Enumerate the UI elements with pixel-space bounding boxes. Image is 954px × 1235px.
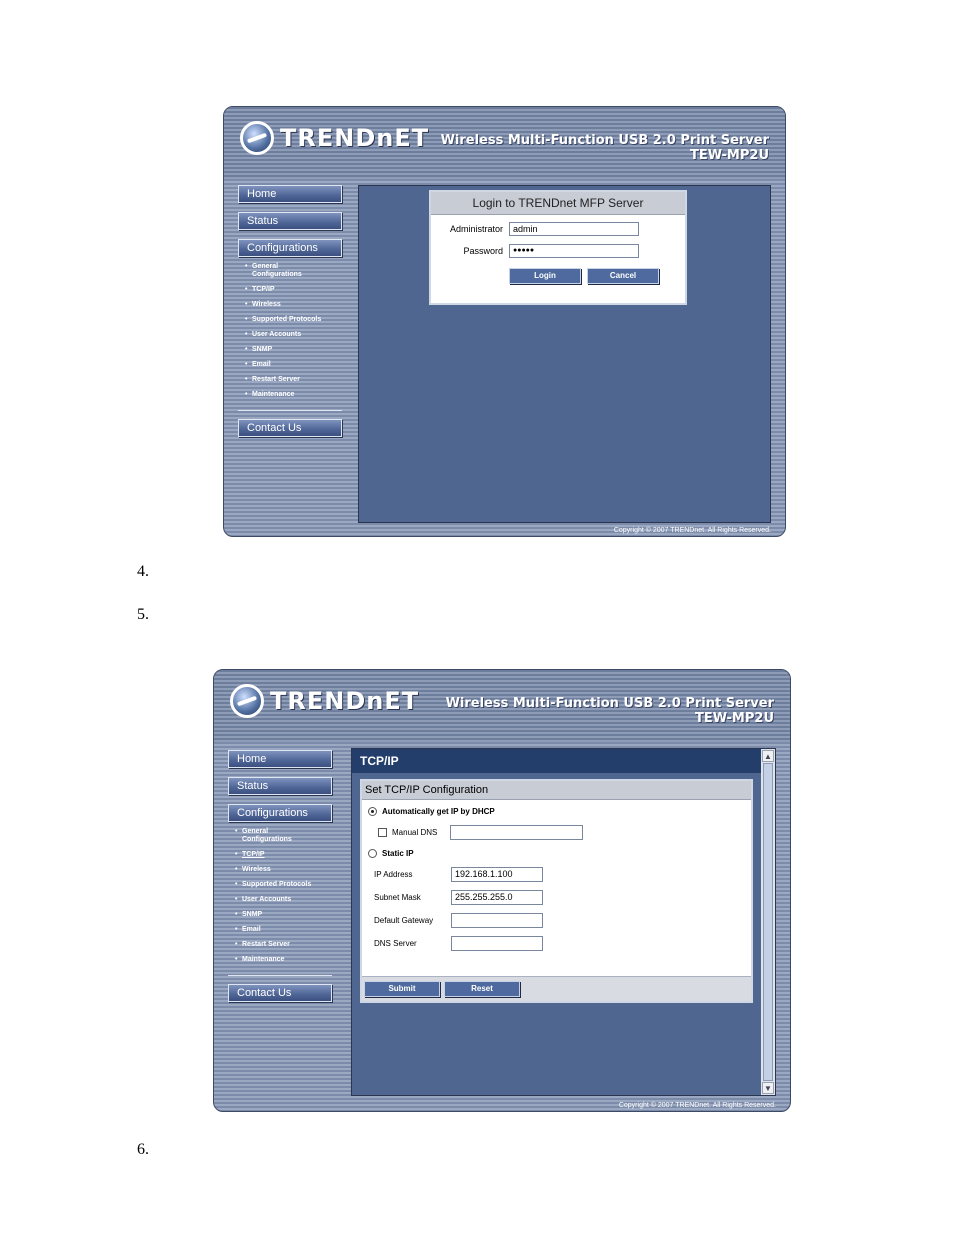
scroll-down-icon[interactable]: ▼ (762, 1082, 774, 1094)
subnav-general[interactable]: General Configurations (228, 828, 304, 844)
admin-label: Administrator (449, 224, 503, 234)
nav-configurations-button[interactable]: Configurations (228, 804, 332, 822)
submit-button[interactable]: Submit (364, 981, 440, 997)
subnav-wireless[interactable]: Wireless (228, 866, 332, 874)
subnav-restart[interactable]: Restart Server (228, 941, 332, 949)
password-input[interactable]: ●●●●● (509, 244, 639, 258)
cancel-button[interactable]: Cancel (587, 268, 659, 284)
nav-status-button[interactable]: Status (238, 212, 342, 230)
subnav-tcpip[interactable]: TCP/IP (238, 286, 342, 294)
login-title: Login to TRENDnet MFP Server (431, 192, 685, 215)
login-box: Login to TRENDnet MFP Server Administrat… (429, 190, 687, 305)
page-title: TCP/IP (352, 749, 775, 773)
dns-server-label: DNS Server (374, 939, 417, 948)
manual-dns-label: Manual DNS (392, 828, 438, 837)
dhcp-option: Automatically get IP by DHCP (368, 807, 495, 817)
subnav-email[interactable]: Email (238, 361, 342, 369)
dhcp-label: Automatically get IP by DHCP (382, 807, 495, 816)
sidebar: Home Status Configurations General Confi… (228, 750, 336, 1011)
dns-server-input[interactable] (451, 936, 543, 951)
static-ip-radio[interactable] (368, 849, 377, 859)
product-model: TEW-MP2U (695, 711, 774, 726)
subnav-snmp[interactable]: SNMP (238, 346, 342, 354)
vertical-scrollbar[interactable]: ▲ ▼ (761, 749, 775, 1095)
subnet-mask-label: Subnet Mask (374, 893, 421, 902)
tcpip-config-box: Set TCP/IP Configuration Automatically g… (360, 779, 753, 1003)
logo-globe-icon (230, 684, 264, 718)
admin-input[interactable]: admin (509, 222, 639, 236)
product-model: TEW-MP2U (690, 148, 769, 163)
static-ip-label: Static IP (382, 849, 414, 858)
manual-dns-checkbox[interactable] (378, 828, 387, 837)
subnav-wireless[interactable]: Wireless (238, 301, 342, 309)
subnav-snmp[interactable]: SNMP (228, 911, 332, 919)
product-line1: Wireless Multi-Function USB 2.0 Print Se… (445, 696, 774, 711)
nav-contact-button[interactable]: Contact Us (238, 419, 342, 437)
subnav-restart[interactable]: Restart Server (238, 376, 342, 384)
subnav-maintenance[interactable]: Maintenance (238, 391, 342, 399)
login-screenshot: TRENDnET Wireless Multi-Function USB 2.0… (223, 106, 786, 537)
subnet-mask-input[interactable]: 255.255.255.0 (451, 890, 543, 905)
logo-text: TRENDnET (280, 124, 430, 152)
subnav-tcpip[interactable]: TCP/IP (228, 851, 332, 859)
static-ip-option: Static IP (368, 849, 414, 859)
reset-button[interactable]: Reset (444, 981, 520, 997)
product-line1: Wireless Multi-Function USB 2.0 Print Se… (440, 133, 769, 148)
subnav-protocols[interactable]: Supported Protocols (228, 881, 332, 889)
step-5: 5. (137, 606, 149, 623)
login-button[interactable]: Login (509, 268, 581, 284)
manual-dns-input[interactable] (450, 825, 583, 840)
gateway-input[interactable] (451, 913, 543, 928)
scroll-thumb[interactable] (763, 763, 773, 1081)
manual-dns-option: Manual DNS (378, 825, 583, 840)
config-submenu: General Configurations TCP/IP Wireless S… (228, 828, 332, 976)
ip-address-input[interactable]: 192.168.1.100 (451, 867, 543, 882)
trendnet-logo: TRENDnET (240, 121, 429, 155)
header-banner: TRENDnET Wireless Multi-Function USB 2.0… (224, 107, 785, 179)
password-label: Password (463, 246, 503, 256)
dhcp-radio[interactable] (368, 807, 377, 817)
nav-contact-button[interactable]: Contact Us (228, 984, 332, 1002)
header-banner: TRENDnET Wireless Multi-Function USB 2.0… (214, 670, 790, 742)
scroll-up-icon[interactable]: ▲ (762, 750, 774, 762)
trendnet-logo: TRENDnET (230, 684, 419, 718)
step-6: 6. (137, 1141, 149, 1158)
copyright-text: Copyright © 2007 TRENDnet. All Rights Re… (613, 527, 771, 534)
step-4: 4. (137, 563, 149, 580)
subnav-user-accounts[interactable]: User Accounts (238, 331, 342, 339)
subnav-protocols[interactable]: Supported Protocols (238, 316, 342, 324)
copyright-text: Copyright © 2007 TRENDnet. All Rights Re… (618, 1102, 776, 1109)
logo-globe-icon (240, 121, 274, 155)
subnav-general[interactable]: General Configurations (238, 263, 314, 279)
config-submenu: General Configurations TCP/IP Wireless S… (238, 263, 342, 411)
content-panel: TCP/IP Set TCP/IP Configuration Automati… (351, 748, 776, 1096)
content-panel: Login to TRENDnet MFP Server Administrat… (358, 185, 771, 523)
product-title: Wireless Multi-Function USB 2.0 Print Se… (441, 133, 769, 163)
nav-home-button[interactable]: Home (238, 185, 342, 203)
tcpip-box-title: Set TCP/IP Configuration (362, 781, 751, 800)
sidebar: Home Status Configurations General Confi… (238, 185, 346, 446)
button-bar: Submit Reset (362, 976, 751, 1001)
ip-address-label: IP Address (374, 870, 413, 879)
nav-home-button[interactable]: Home (228, 750, 332, 768)
gateway-label: Default Gateway (374, 916, 434, 925)
logo-text: TRENDnET (270, 687, 420, 715)
product-title: Wireless Multi-Function USB 2.0 Print Se… (446, 696, 774, 726)
subnav-email[interactable]: Email (228, 926, 332, 934)
tcpip-screenshot: TRENDnET Wireless Multi-Function USB 2.0… (213, 669, 791, 1112)
subnav-maintenance[interactable]: Maintenance (228, 956, 332, 964)
nav-status-button[interactable]: Status (228, 777, 332, 795)
subnav-user-accounts[interactable]: User Accounts (228, 896, 332, 904)
nav-configurations-button[interactable]: Configurations (238, 239, 342, 257)
